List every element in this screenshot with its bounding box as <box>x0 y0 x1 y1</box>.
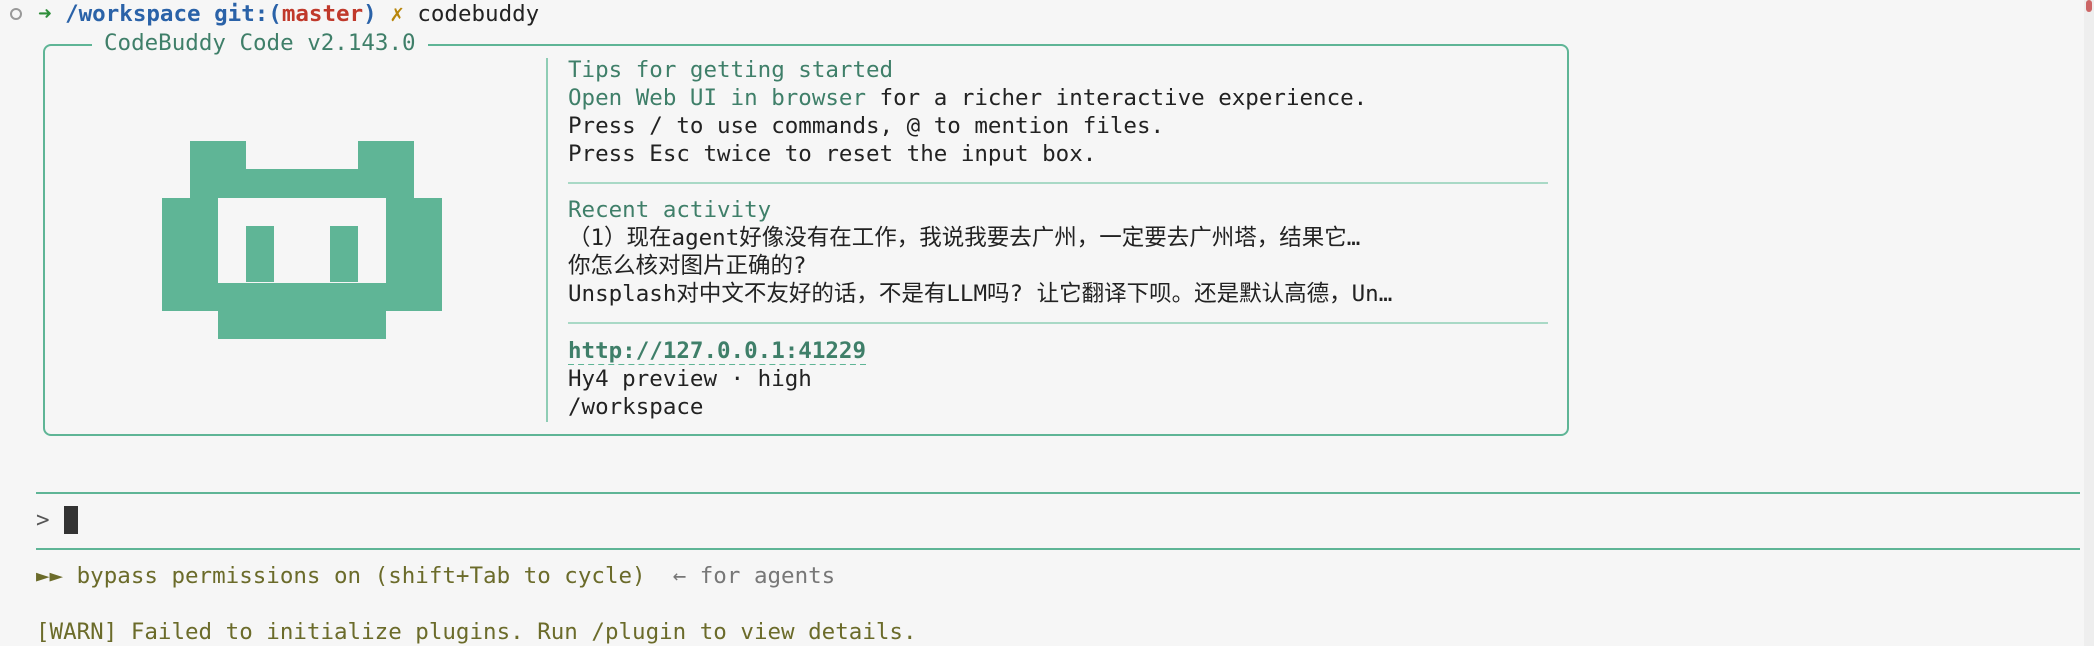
input-cursor[interactable] <box>64 506 78 534</box>
recent-item[interactable]: 你怎么核对图片正确的? <box>568 252 1548 280</box>
codebuddy-logo-icon <box>162 141 442 339</box>
prompt-dirty-mark: ✗ <box>390 1 404 27</box>
open-web-ui-link[interactable]: Open Web UI in browser <box>568 85 866 111</box>
model-info: Hy4 preview · high <box>568 366 812 392</box>
input-bottom-border <box>36 548 2080 550</box>
prompt-branch: master <box>281 1 364 27</box>
prompt-cwd: /workspace <box>65 1 201 27</box>
workdir-info: /workspace <box>568 394 704 420</box>
plugin-warning: [WARN] Failed to initialize plugins. Run… <box>36 619 917 645</box>
agents-hint: ← for agents <box>645 563 836 589</box>
server-url-row: http://127.0.0.1:41229 <box>568 337 1548 365</box>
prompt-command: codebuddy <box>417 1 540 27</box>
prompt-arrow-icon: ➜ <box>38 1 52 27</box>
tip-web-ui: Open Web UI in browser for a richer inte… <box>568 85 1368 111</box>
scrollbar-thumb[interactable] <box>2086 0 2092 12</box>
prompt-git-prefix: git:( <box>214 1 282 27</box>
status-dot-icon <box>10 8 22 20</box>
server-url-link[interactable]: http://127.0.0.1:41229 <box>568 338 867 365</box>
input-top-border <box>36 492 2080 494</box>
prompt-git-suffix: ) <box>363 1 377 27</box>
panel-divider-2 <box>568 322 1548 324</box>
panel-divider-1 <box>568 182 1548 184</box>
bypass-permissions-status: ►► bypass permissions on (shift+Tab to c… <box>36 563 836 589</box>
terminal-window: ➜ /workspace git:(master) ✗ codebuddy Co… <box>0 0 2094 646</box>
recent-item[interactable]: （1）现在agent好像没有在工作，我说我要去广州，一定要去广州塔，结果它… <box>568 224 1548 252</box>
input-prompt-symbol: > <box>36 507 50 533</box>
scrollbar[interactable] <box>2084 0 2094 646</box>
panel-vertical-divider <box>546 58 548 422</box>
tip-commands: Press / to use commands, @ to mention fi… <box>568 113 1165 139</box>
shell-prompt-line: ➜ /workspace git:(master) ✗ codebuddy <box>38 0 539 28</box>
recent-heading: Recent activity <box>568 197 772 223</box>
tips-heading: Tips for getting started <box>568 57 894 83</box>
tip-esc: Press Esc twice to reset the input box. <box>568 141 1097 167</box>
welcome-title: CodeBuddy Code v2.143.0 <box>92 29 428 57</box>
recent-item[interactable]: Unsplash对中文不友好的话，不是有LLM吗? 让它翻译下呗。还是默认高德，… <box>568 280 1548 308</box>
